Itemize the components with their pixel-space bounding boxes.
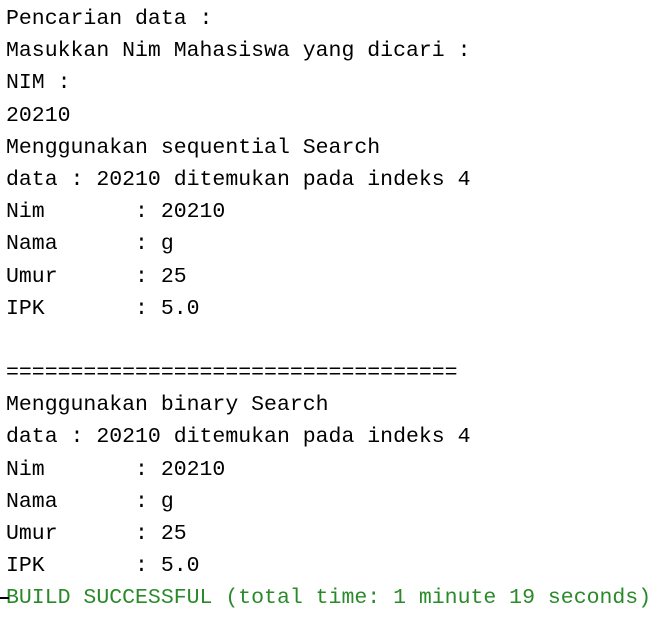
console-line-sequential-nama: Nama : g: [6, 232, 174, 257]
console-line-sequential-title: Menggunakan sequential Search: [6, 135, 381, 160]
console-line-binary-ipk: IPK : 5.0: [6, 554, 200, 579]
console-line-search-title: Pencarian data :: [6, 7, 213, 31]
text-cursor[interactable]: [0, 597, 9, 599]
console-line-prompt-nim: Masukkan Nim Mahasiswa yang dicari :: [6, 39, 471, 64]
console-line-binary-nim: Nim : 20210: [6, 457, 226, 482]
console-line-separator: ===================================: [6, 361, 458, 386]
console-line-binary-title: Menggunakan binary Search: [6, 393, 329, 418]
console-line-sequential-ipk: IPK : 5.0: [6, 296, 200, 321]
console-line-binary-result: data : 20210 ditemukan pada indeks 4: [6, 425, 471, 450]
console-line-sequential-result: data : 20210 ditemukan pada indeks 4: [6, 167, 471, 192]
console-line-sequential-nim: Nim : 20210: [6, 200, 226, 225]
console-line-binary-umur: Umur : 25: [6, 522, 187, 546]
console-line-build-status: BUILD SUCCESSFUL (total time: 1 minute 1…: [6, 586, 652, 611]
output-console: Pencarian data : Masukkan Nim Mahasiswa …: [6, 3, 662, 615]
console-line-sequential-umur: Umur : 25: [6, 264, 187, 289]
console-line-binary-nama: Nama : g: [6, 489, 174, 514]
console-line-nim-label: NIM :: [6, 71, 71, 96]
console-line-nim-input: 20210: [6, 103, 71, 128]
